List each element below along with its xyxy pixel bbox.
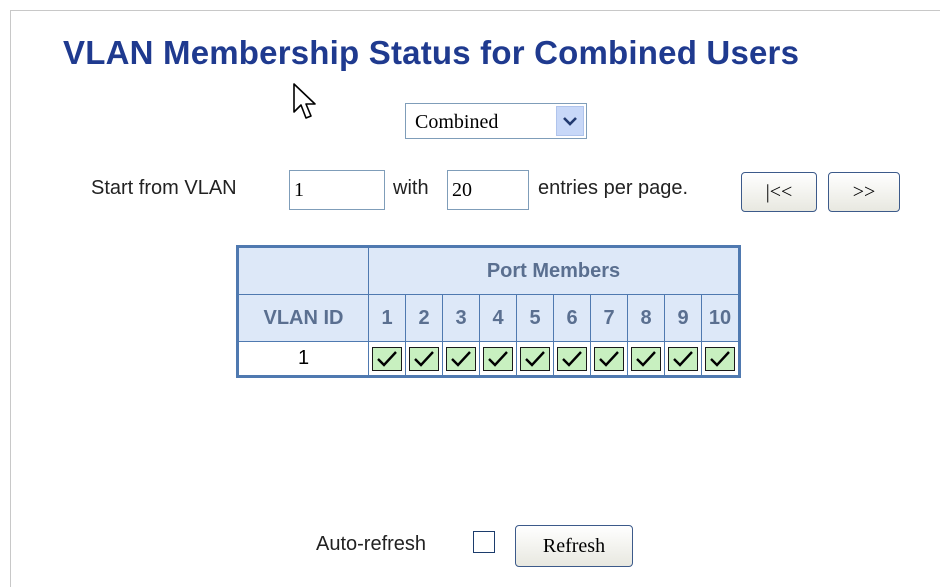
port-member-cell xyxy=(479,341,517,377)
port-member-cell xyxy=(442,341,480,377)
check-icon xyxy=(631,346,661,371)
empty-header-cell xyxy=(237,246,369,295)
vlan-membership-table: Port Members VLAN ID 1 2 3 4 5 6 7 8 9 10 1 xyxy=(236,245,741,378)
check-icon xyxy=(668,346,698,371)
check-icon xyxy=(594,346,624,371)
port-header-10: 10 xyxy=(701,294,740,342)
check-icon xyxy=(705,346,735,371)
user-type-select[interactable]: Combined xyxy=(405,103,587,139)
table-header-row: VLAN ID 1 2 3 4 5 6 7 8 9 10 xyxy=(237,294,740,342)
port-header-5: 5 xyxy=(516,294,554,342)
port-header-3: 3 xyxy=(442,294,480,342)
table-row: 1 xyxy=(237,341,740,377)
refresh-button[interactable]: Refresh xyxy=(515,525,633,567)
port-member-cell xyxy=(590,341,628,377)
check-icon xyxy=(446,346,476,371)
port-members-header: Port Members xyxy=(368,246,740,295)
auto-refresh-checkbox[interactable] xyxy=(473,531,495,553)
port-header-4: 4 xyxy=(479,294,517,342)
chevron-down-icon[interactable] xyxy=(556,106,584,136)
check-icon xyxy=(409,346,439,371)
check-icon xyxy=(520,346,550,371)
table-header-row-group: Port Members xyxy=(237,246,740,295)
check-icon xyxy=(557,346,587,371)
entries-per-page-input[interactable]: 20 xyxy=(447,170,529,210)
port-member-cell xyxy=(701,341,740,377)
port-member-cell xyxy=(627,341,665,377)
port-header-2: 2 xyxy=(405,294,443,342)
port-member-cell xyxy=(664,341,702,377)
user-type-select-value: Combined xyxy=(415,111,499,133)
start-vlan-input[interactable]: 1 xyxy=(289,170,385,210)
next-page-button[interactable]: >> xyxy=(828,172,900,212)
check-icon xyxy=(483,346,513,371)
port-header-6: 6 xyxy=(553,294,591,342)
first-page-button[interactable]: |<< xyxy=(741,172,817,212)
table-body: 1 xyxy=(237,341,740,377)
port-member-cell xyxy=(405,341,443,377)
port-header-9: 9 xyxy=(664,294,702,342)
port-header-7: 7 xyxy=(590,294,628,342)
auto-refresh-label: Auto-refresh xyxy=(316,533,427,555)
mouse-pointer-icon xyxy=(293,83,316,119)
port-header-1: 1 xyxy=(368,294,406,342)
port-member-cell xyxy=(516,341,554,377)
page-title: VLAN Membership Status for Combined User… xyxy=(63,34,800,71)
port-member-cell xyxy=(368,341,406,377)
entries-per-page-label: entries per page. xyxy=(538,177,689,199)
port-member-cell xyxy=(553,341,591,377)
with-label: with xyxy=(393,177,429,199)
port-header-8: 8 xyxy=(627,294,665,342)
check-icon xyxy=(372,346,402,371)
vlan-id-cell: 1 xyxy=(237,341,369,377)
start-vlan-label: Start from VLAN xyxy=(91,177,237,199)
vlan-id-header: VLAN ID xyxy=(237,294,369,342)
